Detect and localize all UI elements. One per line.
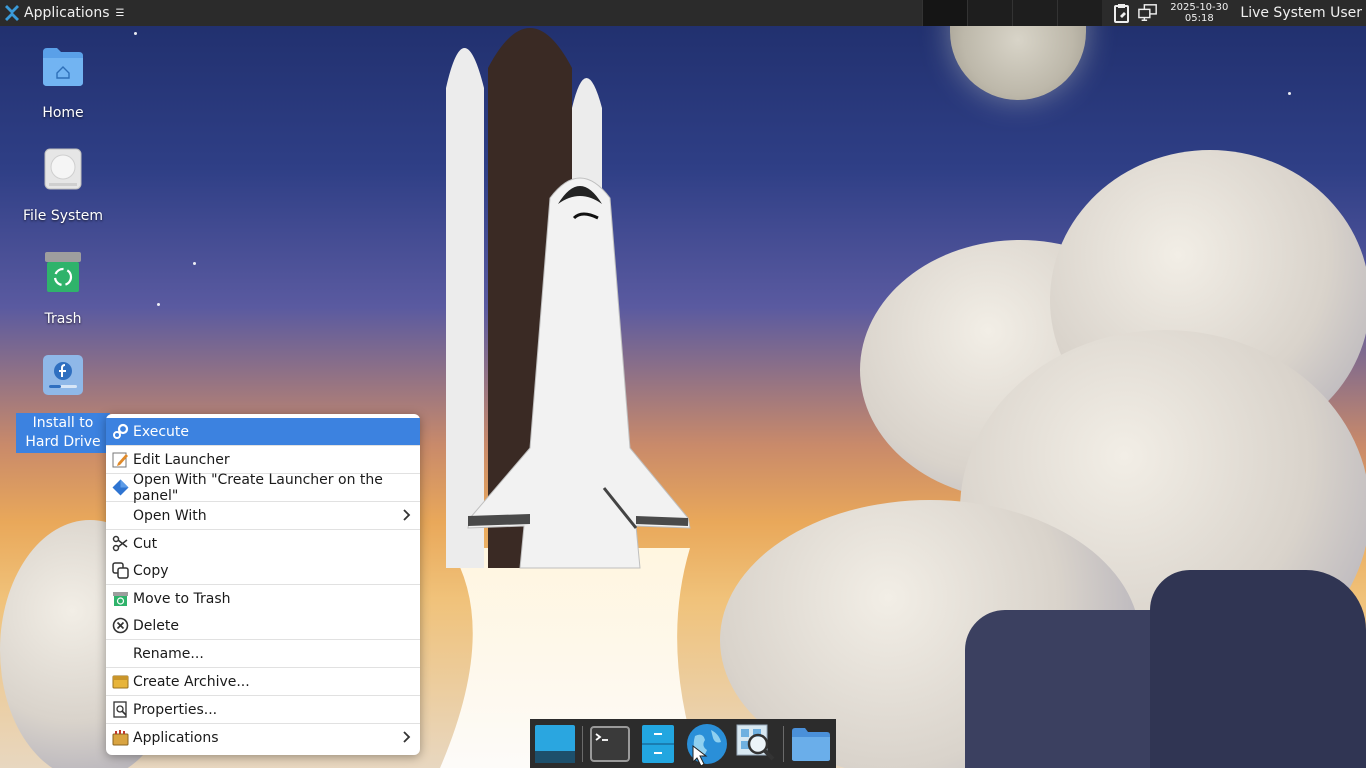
workspace-2[interactable] — [967, 0, 1013, 26]
applications-label: Applications — [24, 5, 110, 21]
drive-icon — [44, 148, 82, 190]
copy-icon — [112, 562, 129, 579]
star — [157, 303, 160, 306]
menu-item-label: Rename... — [133, 645, 204, 662]
menu-item-cut[interactable]: Cut — [106, 530, 420, 557]
menu-item-label: Open With — [133, 507, 207, 524]
menu-item-rename[interactable]: Rename... — [106, 640, 420, 667]
web-browser-launcher[interactable] — [685, 722, 729, 766]
desktop-icon-trash[interactable]: Trash — [16, 250, 110, 329]
show-desktop-launcher[interactable] — [534, 722, 576, 766]
folder-launcher[interactable] — [790, 722, 832, 766]
home-folder-icon — [43, 48, 83, 86]
system-tray — [1106, 0, 1164, 26]
dock-separator — [783, 725, 784, 762]
delete-icon — [112, 617, 129, 634]
launcher-icon — [112, 479, 129, 496]
menu-item-label: Properties... — [133, 701, 218, 718]
terminal-icon — [589, 725, 630, 762]
bottom-dock — [530, 719, 836, 768]
trash-icon — [113, 592, 128, 606]
top-panel: Applications ☰ 2025-10-30 05:18 Live Sys… — [0, 0, 1366, 26]
chevron-right-icon — [403, 731, 411, 743]
app-finder-icon — [736, 724, 775, 760]
star — [134, 32, 137, 35]
star — [1288, 92, 1291, 95]
menu-item-label: Create Archive... — [133, 673, 250, 690]
clock-date: 2025-10-30 — [1170, 2, 1229, 13]
folder-icon — [791, 727, 830, 761]
menu-item-label: Delete — [133, 617, 179, 634]
dock-separator — [582, 725, 583, 762]
desktop-icon-home[interactable]: Home — [16, 44, 110, 123]
menu-item-copy[interactable]: Copy — [106, 557, 420, 584]
menu-indicator-icon: ☰ — [115, 7, 125, 19]
menu-item-properties[interactable]: Properties... — [106, 696, 420, 723]
menu-item-edit-launcher[interactable]: Edit Launcher — [106, 446, 420, 473]
workspace-switcher[interactable] — [922, 0, 1103, 26]
user-menu[interactable]: Live System User — [1234, 5, 1366, 21]
clock[interactable]: 2025-10-30 05:18 — [1164, 2, 1234, 24]
desktop-icon-label: File System — [22, 208, 104, 224]
desktop-icon-file-system[interactable]: File System — [16, 147, 110, 226]
workspace-4[interactable] — [1057, 0, 1103, 26]
menu-item-label: Cut — [133, 535, 158, 552]
network-icon[interactable] — [1138, 3, 1158, 23]
xfce-logo-icon — [5, 5, 19, 21]
clock-time: 05:18 — [1184, 13, 1214, 24]
scissors-icon — [112, 535, 128, 552]
context-menu: Execute Edit Launcher Open With "Create … — [106, 414, 420, 755]
terminal-launcher[interactable] — [589, 722, 631, 766]
menu-item-label: Execute — [133, 423, 189, 440]
edit-icon — [112, 452, 128, 468]
menu-item-label: Move to Trash — [133, 590, 231, 607]
gears-icon — [113, 423, 129, 439]
trash-icon — [45, 252, 81, 292]
menu-item-execute[interactable]: Execute — [106, 418, 420, 445]
menu-item-open-with[interactable]: Open With — [106, 502, 420, 529]
desktop-icon-install-to-hard-drive[interactable]: Install to Hard Drive — [16, 353, 110, 453]
menu-item-label: Open With "Create Launcher on the panel" — [133, 471, 383, 504]
star — [193, 262, 196, 265]
properties-icon — [113, 701, 127, 718]
file-manager-launcher[interactable] — [637, 722, 679, 766]
menu-item-label: Edit Launcher — [133, 451, 230, 468]
file-manager-icon — [641, 724, 674, 763]
desktop-icon-label: Trash — [44, 311, 82, 327]
web-browser-icon — [687, 723, 727, 766]
menu-item-label: Copy — [133, 562, 169, 579]
clipboard-icon[interactable] — [1112, 3, 1132, 23]
menu-item-applications[interactable]: Applications — [106, 724, 420, 751]
desktop-icon-label: Install to Hard Drive — [16, 413, 110, 453]
fedora-installer-icon — [43, 355, 83, 395]
space-shuttle-illustration — [440, 28, 700, 768]
rock — [1150, 570, 1366, 768]
workspace-3[interactable] — [1012, 0, 1058, 26]
chevron-right-icon — [403, 509, 411, 521]
app-finder-launcher[interactable] — [735, 722, 777, 766]
show-desktop-icon — [535, 724, 575, 763]
archive-icon — [112, 675, 129, 689]
applications-menu-button[interactable]: Applications ☰ — [0, 0, 129, 26]
menu-item-label: Applications — [133, 729, 219, 746]
desktop-icon-label: Home — [42, 105, 84, 121]
menu-item-delete[interactable]: Delete — [106, 612, 420, 639]
applications-icon — [112, 730, 129, 746]
menu-item-create-archive[interactable]: Create Archive... — [106, 668, 420, 695]
menu-item-move-to-trash[interactable]: Move to Trash — [106, 585, 420, 612]
menu-item-open-with-create-launcher[interactable]: Open With "Create Launcher on the panel" — [106, 471, 420, 504]
workspace-1[interactable] — [922, 0, 968, 26]
